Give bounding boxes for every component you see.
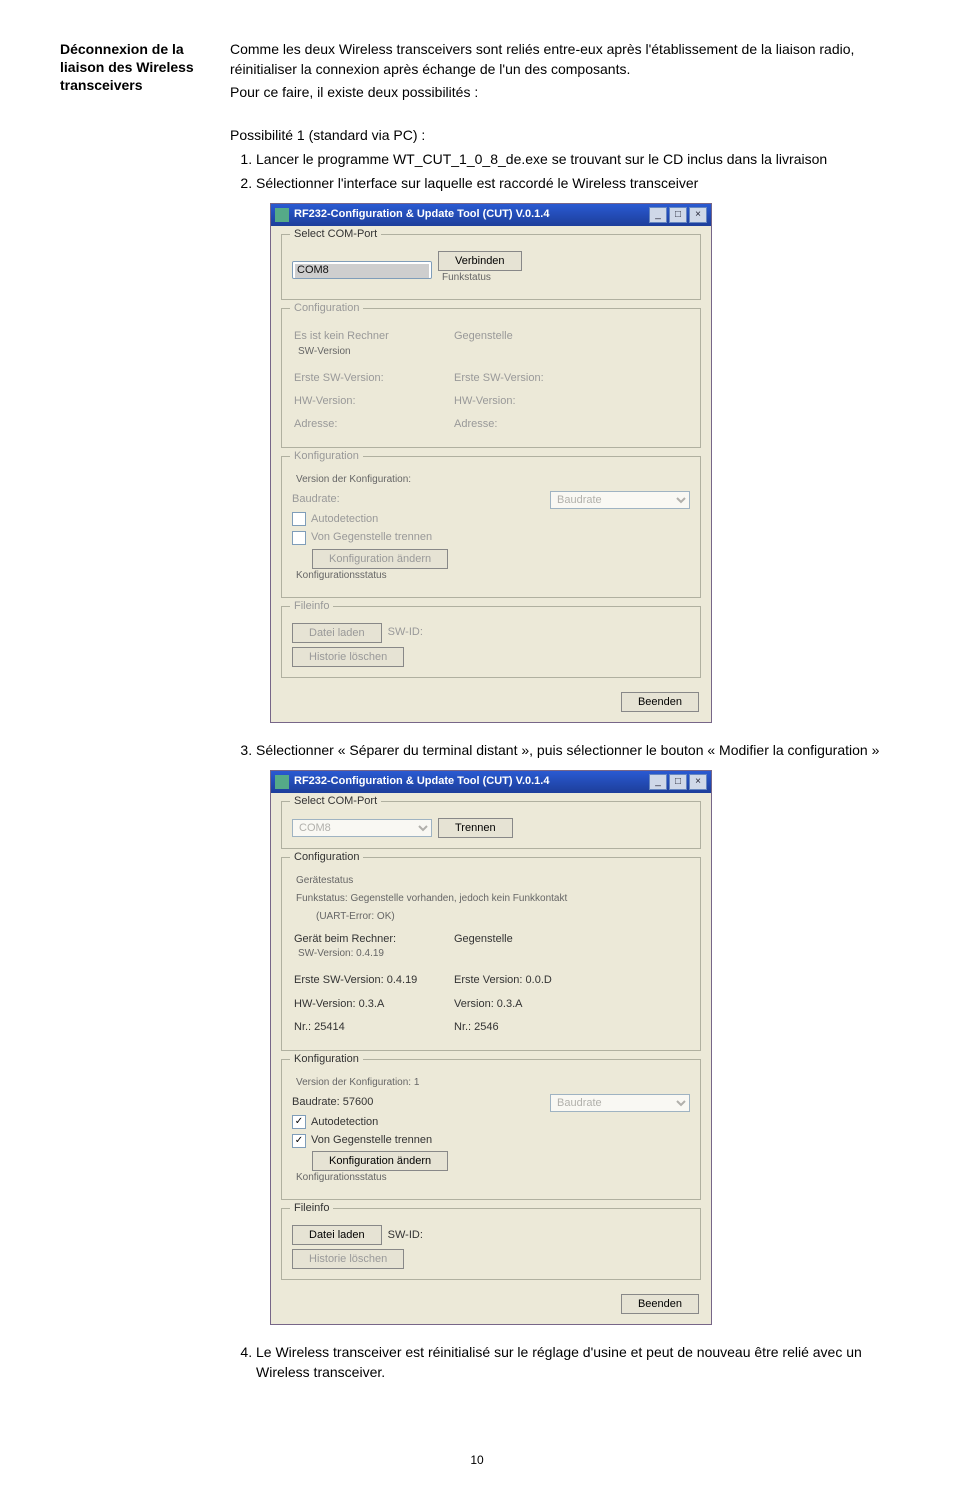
autodetect-checkbox: Autodetection [292, 512, 690, 527]
load-file-button: Datei laden [292, 623, 382, 643]
this-device-sw-label: SW-Version [298, 345, 454, 359]
titlebar: RF232-Configuration & Update Tool (CUT) … [271, 771, 711, 793]
hw-version-remote: HW-Version: [454, 394, 516, 409]
steps-list-cont: Sélectionner « Séparer du terminal dista… [230, 741, 894, 761]
this-device-label: Es ist kein Rechner [294, 329, 454, 344]
sw-version-label: Erste SW-Version: 0.4.19 [294, 973, 454, 988]
konf-version-label: Version der Konfiguration: 1 [296, 1076, 690, 1090]
close-dialog-button[interactable]: Beenden [621, 692, 699, 712]
config-group: Configuration Gerätestatus Funkstatus: G… [281, 857, 701, 1051]
titlebar: RF232-Configuration & Update Tool (CUT) … [271, 204, 711, 226]
body-content: Comme les deux Wireless transceivers son… [230, 40, 894, 1393]
load-file-button[interactable]: Datei laden [292, 1225, 382, 1245]
change-config-button[interactable]: Konfiguration ändern [312, 1151, 448, 1171]
geratestatus-label: Gerätestatus [296, 874, 690, 888]
funkstatus-text: Funkstatus: Gegenstelle vorhanden, jedoc… [296, 892, 690, 906]
konf-status-label: Konfigurationsstatus [296, 1171, 690, 1185]
config-legend: Configuration [290, 301, 363, 316]
sw-version-remote: Erste SW-Version: [454, 371, 544, 386]
remote-heading: Gegenstelle [454, 932, 513, 965]
config-group: Configuration Es ist kein Rechner SW-Ver… [281, 308, 701, 448]
baudrate-select: Baudrate [550, 1094, 690, 1112]
maximize-button[interactable]: □ [669, 207, 687, 223]
clear-history-button: Historie löschen [292, 1249, 404, 1269]
window-title: RF232-Configuration & Update Tool (CUT) … [294, 774, 647, 789]
hw-version-remote: Version: 0.3.A [454, 997, 523, 1012]
this-device-label: Gerät beim Rechner: [294, 932, 454, 947]
app-icon [275, 775, 289, 789]
sw-version-label: Erste SW-Version: [294, 371, 454, 386]
baudrate-select: Baudrate [550, 491, 690, 509]
steps-list: Lancer le programme WT_CUT_1_0_8_de.exe … [230, 150, 894, 193]
com-port-select[interactable]: COM1 COM4 COM7 COM11 COM8 [292, 261, 432, 279]
fileinfo-legend: Fileinfo [290, 1201, 333, 1216]
autodetect-checkbox[interactable]: ✓Autodetection [292, 1115, 690, 1130]
konf-version-label: Version der Konfiguration: [296, 473, 690, 487]
step-4: Le Wireless transceiver est réinitialisé… [256, 1343, 894, 1382]
hw-version-label: HW-Version: 0.3.A [294, 997, 454, 1012]
maximize-button[interactable]: □ [669, 774, 687, 790]
address-label: Nr.: 25414 [294, 1020, 454, 1035]
swid-label: SW-ID: [388, 625, 423, 640]
com-port-legend: Select COM-Port [290, 227, 381, 242]
konfiguration-legend: Konfiguration [290, 1052, 363, 1067]
funkstatus-label: Funkstatus [442, 271, 522, 285]
disconnect-button[interactable]: Trennen [438, 818, 513, 838]
step-1: Lancer le programme WT_CUT_1_0_8_de.exe … [256, 150, 894, 170]
address-label: Adresse: [294, 417, 454, 432]
dialog-2: RF232-Configuration & Update Tool (CUT) … [270, 770, 712, 1325]
step-3: Sélectionner « Séparer du terminal dista… [256, 741, 894, 761]
app-icon [275, 208, 289, 222]
com-port-select: COM8 [292, 819, 432, 837]
konfiguration-group: Konfiguration Version der Konfiguration:… [281, 1059, 701, 1201]
intro-p2: Pour ce faire, il existe deux possibilit… [230, 83, 894, 103]
com-port-legend: Select COM-Port [290, 794, 381, 809]
intro-p1: Comme les deux Wireless transceivers son… [230, 40, 894, 79]
connect-button[interactable]: Verbinden [438, 251, 522, 271]
close-dialog-button[interactable]: Beenden [621, 1294, 699, 1314]
close-button[interactable]: × [689, 207, 707, 223]
baudrate-label: Baudrate: 57600 [292, 1095, 373, 1110]
possibility-heading: Possibilité 1 (standard via PC) : [230, 126, 894, 146]
fileinfo-group: Fileinfo Datei laden SW-ID: Historie lös… [281, 606, 701, 678]
baudrate-label: Baudrate: [292, 492, 340, 507]
konfiguration-group: Konfiguration Version der Konfiguration:… [281, 456, 701, 598]
close-button[interactable]: × [689, 774, 707, 790]
hw-version-label: HW-Version: [294, 394, 454, 409]
this-device-sw: SW-Version: 0.4.19 [298, 947, 454, 961]
clear-history-button: Historie löschen [292, 647, 404, 667]
sw-version-remote: Erste Version: 0.0.D [454, 973, 552, 988]
steps-list-cont2: Le Wireless transceiver est réinitialisé… [230, 1343, 894, 1382]
remote-heading: Gegenstelle [454, 329, 513, 362]
window-title: RF232-Configuration & Update Tool (CUT) … [294, 207, 647, 222]
swid-label: SW-ID: [388, 1228, 423, 1243]
com-port-group: Select COM-Port COM1 COM4 COM7 COM11 COM… [281, 234, 701, 300]
config-legend: Configuration [290, 850, 363, 865]
address-remote: Nr.: 2546 [454, 1020, 499, 1035]
uart-status: (UART-Error: OK) [296, 910, 690, 924]
address-remote: Adresse: [454, 417, 497, 432]
minimize-button[interactable]: _ [649, 774, 667, 790]
disconnect-remote-checkbox[interactable]: ✓Von Gegenstelle trennen [292, 1133, 690, 1148]
com-port-group: Select COM-Port COM8 Trennen [281, 801, 701, 849]
change-config-button: Konfiguration ändern [312, 549, 448, 569]
konf-status-label: Konfigurationsstatus [296, 569, 690, 583]
fileinfo-legend: Fileinfo [290, 599, 333, 614]
step-2: Sélectionner l'interface sur laquelle es… [256, 174, 894, 194]
page-number: 10 [60, 1453, 894, 1467]
konfiguration-legend: Konfiguration [290, 449, 363, 464]
minimize-button[interactable]: _ [649, 207, 667, 223]
section-heading: Déconnexion de la liaison des Wireless t… [60, 40, 210, 1393]
dialog-1: RF232-Configuration & Update Tool (CUT) … [270, 203, 712, 722]
disconnect-remote-checkbox: Von Gegenstelle trennen [292, 530, 690, 545]
fileinfo-group: Fileinfo Datei laden SW-ID: Historie lös… [281, 1208, 701, 1280]
